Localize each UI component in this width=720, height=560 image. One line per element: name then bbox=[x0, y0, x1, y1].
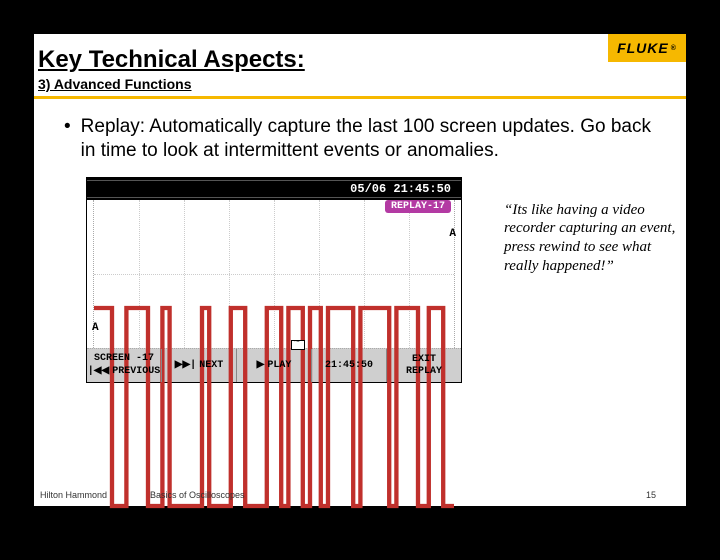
footer-course: Basics of Oscilloscopes bbox=[150, 490, 320, 500]
loop-icon bbox=[291, 340, 305, 350]
skip-previous-icon: |◀◀ bbox=[88, 365, 109, 377]
scope-timestamp: 05/06 21:45:50 bbox=[350, 182, 451, 196]
slide-subtitle: 3) Advanced Functions bbox=[38, 76, 682, 92]
skip-next-icon: ▶▶| bbox=[175, 359, 196, 371]
softkey-time-value: 21:45:50 bbox=[325, 360, 373, 371]
footer-page-number: 15 bbox=[646, 490, 656, 500]
title-block: Key Technical Aspects: 3) Advanced Funct… bbox=[34, 34, 686, 92]
softkey-line1: SCREEN -17 bbox=[94, 353, 154, 364]
brand-name: FLUKE bbox=[617, 40, 669, 56]
brand-badge: FLUKE® bbox=[608, 34, 686, 62]
softkey-bar: SCREEN -17 |◀◀ PREVIOUS ▶▶| NEXT bbox=[87, 348, 461, 382]
softkey-time[interactable]: 21:45:50 bbox=[312, 349, 387, 382]
softkey-line1: EXIT bbox=[412, 354, 436, 365]
footer-author: Hilton Hammond bbox=[40, 490, 150, 500]
softkey-previous[interactable]: SCREEN -17 |◀◀ PREVIOUS bbox=[87, 349, 162, 382]
play-icon: ▶ bbox=[257, 359, 265, 371]
footer: Hilton Hammond Basics of Oscilloscopes 1… bbox=[34, 490, 686, 500]
softkey-play[interactable]: ▶ PLAY bbox=[237, 349, 312, 382]
softkey-next[interactable]: ▶▶| NEXT bbox=[162, 349, 237, 382]
bullet-marker: • bbox=[64, 115, 71, 163]
oscilloscope-screenshot: 05/06 21:45:50 REPLAY-17 A A bbox=[86, 177, 462, 383]
body: • Replay: Automatically capture the last… bbox=[34, 99, 686, 163]
softkey-label: NEXT bbox=[199, 360, 223, 371]
registered-mark: ® bbox=[671, 45, 677, 52]
slide: FLUKE® Key Technical Aspects: 3) Advance… bbox=[34, 34, 686, 506]
softkey-label: PLAY bbox=[267, 360, 291, 371]
scope-plot: A A bbox=[93, 200, 455, 348]
softkey-exit-replay[interactable]: EXIT REPLAY bbox=[387, 349, 461, 382]
bullet-text: Replay: Automatically capture the last 1… bbox=[81, 115, 664, 163]
pull-quote: “Its like having a video recorder captur… bbox=[504, 201, 682, 276]
bullet-item: • Replay: Automatically capture the last… bbox=[64, 115, 664, 163]
softkey-label: REPLAY bbox=[406, 366, 442, 377]
softkey-label: PREVIOUS bbox=[112, 366, 160, 377]
scope-header: 05/06 21:45:50 bbox=[87, 178, 461, 200]
slide-title: Key Technical Aspects: bbox=[38, 46, 682, 74]
replay-badge: REPLAY-17 bbox=[385, 200, 451, 213]
